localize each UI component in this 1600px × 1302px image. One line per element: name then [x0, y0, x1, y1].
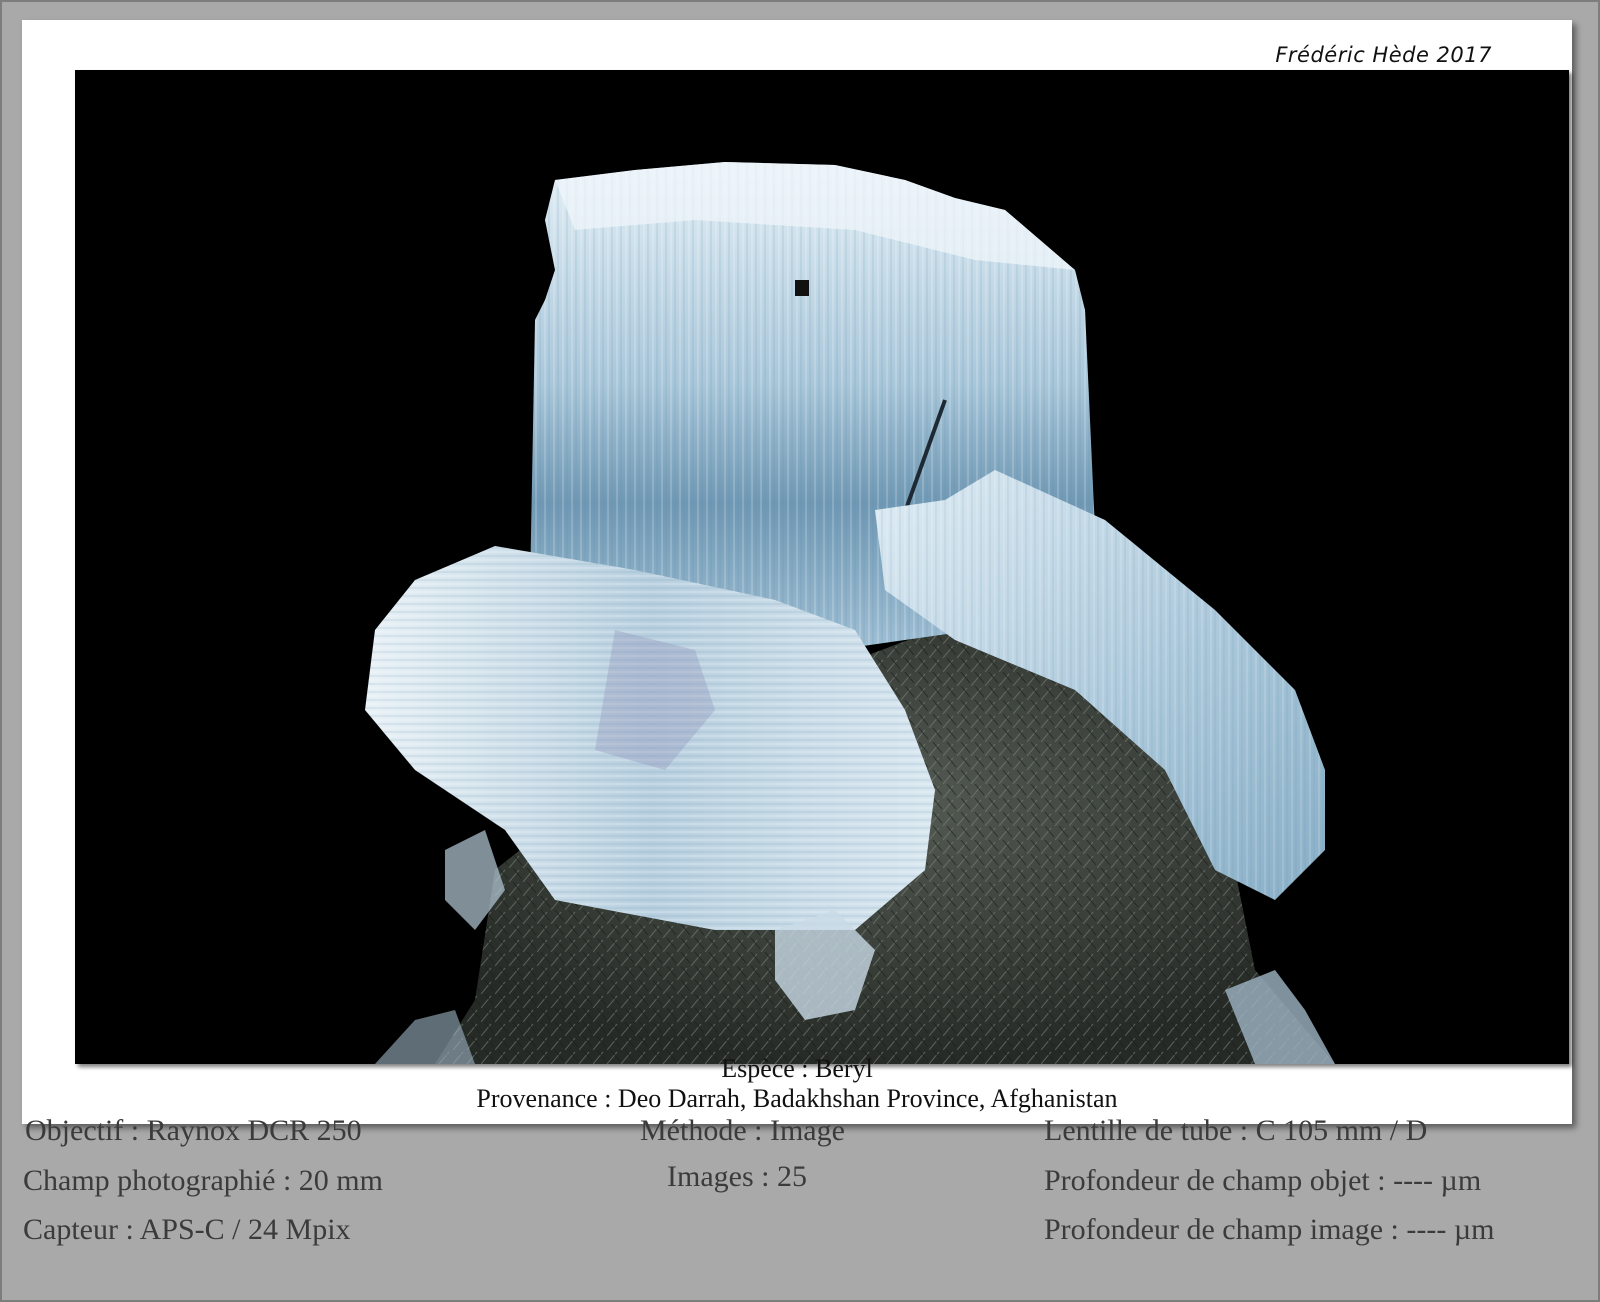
mineral-photo — [75, 70, 1569, 1064]
photo-card: Frédéric Hède 2017 Espèce: Beryl Proven… — [22, 20, 1572, 1124]
spec-field-of-view: Champ photographié : 20 mm — [23, 1164, 383, 1197]
beryl-crystal-illustration — [365, 162, 1335, 1064]
spec-tube-lens: Lentille de tube : C 105 mm / D — [1044, 1114, 1428, 1147]
species-caption: Espèce : Beryl — [721, 1054, 873, 1083]
spec-sensor: Capteur : APS-C / 24 Mpix — [23, 1213, 351, 1246]
spec-object-dof: Profondeur de champ objet : ---- µm — [1044, 1164, 1482, 1197]
photographer-signature: Frédéric Hède 2017 — [1275, 43, 1492, 67]
origin-caption: Provenance : Deo Darrah, Badakhshan Prov… — [476, 1084, 1118, 1113]
spec-image-count: Images : 25 — [667, 1160, 807, 1193]
spec-method: Méthode : Image — [640, 1114, 845, 1147]
spec-image-dof: Profondeur de champ image : ---- µm — [1044, 1213, 1495, 1246]
spec-objective: Objectif : Raynox DCR 250 — [25, 1114, 362, 1147]
